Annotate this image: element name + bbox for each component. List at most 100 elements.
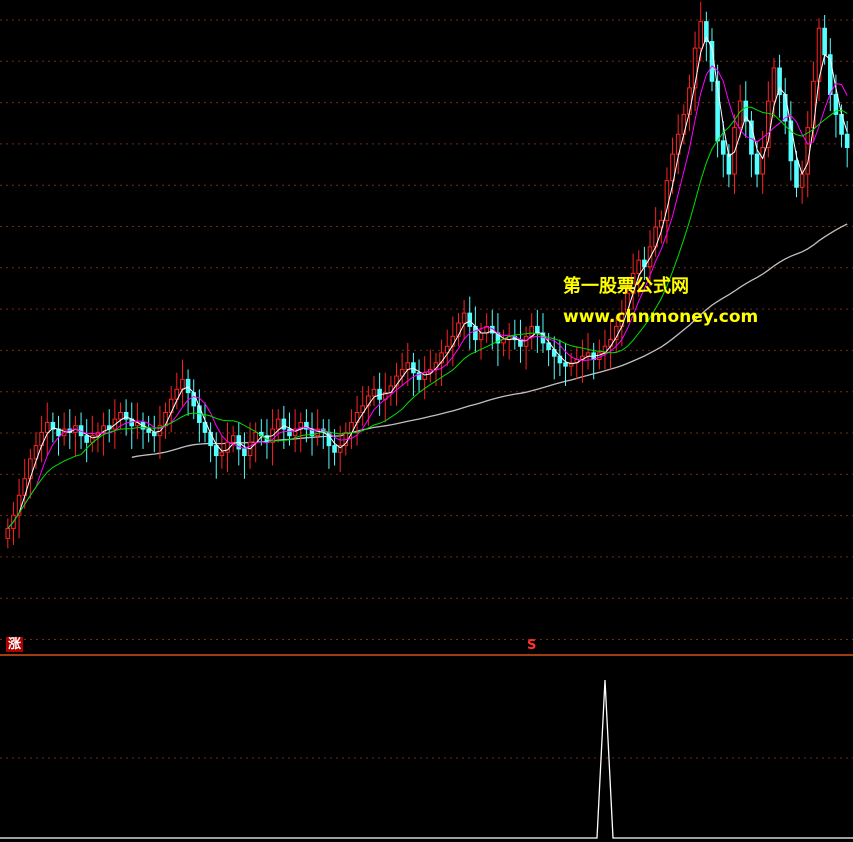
candlestick bbox=[827, 38, 833, 112]
candlestick bbox=[270, 409, 275, 466]
candlestick bbox=[135, 402, 140, 439]
candlestick bbox=[61, 412, 67, 446]
candlestick bbox=[382, 372, 388, 423]
candle-body bbox=[28, 458, 33, 480]
candlestick bbox=[551, 336, 557, 380]
candlestick bbox=[337, 425, 343, 473]
candlestick bbox=[467, 296, 473, 350]
candle-body bbox=[585, 352, 591, 357]
candlestick bbox=[687, 74, 692, 131]
candle-body bbox=[219, 451, 225, 457]
candle-body bbox=[726, 153, 732, 175]
candle-body bbox=[118, 412, 123, 420]
candlestick bbox=[320, 419, 326, 449]
candlestick bbox=[275, 409, 281, 443]
candle-body bbox=[230, 435, 236, 443]
candlestick bbox=[749, 111, 754, 178]
candle-body bbox=[478, 332, 484, 341]
candle-body bbox=[805, 127, 811, 175]
candle-body bbox=[754, 153, 760, 175]
candlestick bbox=[230, 425, 236, 453]
candlestick bbox=[444, 329, 450, 367]
candlestick bbox=[349, 409, 354, 449]
candle-body bbox=[84, 435, 89, 443]
candle-body bbox=[467, 312, 473, 327]
candlestick bbox=[518, 319, 523, 363]
candlestick bbox=[84, 419, 89, 463]
candle-body bbox=[371, 388, 377, 397]
candlestick bbox=[501, 329, 506, 357]
candlestick bbox=[506, 323, 512, 360]
candlestick-series bbox=[5, 1, 850, 549]
candlestick bbox=[44, 402, 50, 456]
candle-body bbox=[242, 448, 247, 457]
candle-body bbox=[5, 527, 11, 539]
candle-body bbox=[180, 378, 185, 390]
candlestick bbox=[692, 31, 698, 112]
up-signal-badge: 涨 bbox=[6, 637, 24, 652]
candlestick bbox=[411, 352, 416, 396]
candlestick bbox=[461, 299, 467, 340]
candlestick bbox=[151, 415, 157, 453]
candle-body bbox=[698, 21, 704, 49]
ma-short-line bbox=[7, 35, 848, 529]
candle-body bbox=[253, 431, 258, 443]
candlestick bbox=[5, 518, 11, 549]
candlestick bbox=[219, 435, 225, 469]
candlestick bbox=[50, 412, 56, 443]
candlestick bbox=[495, 313, 501, 367]
candlestick bbox=[326, 419, 332, 469]
candlestick bbox=[332, 429, 337, 466]
candle-body bbox=[822, 27, 827, 56]
candle-body bbox=[405, 362, 411, 370]
candlestick bbox=[788, 101, 794, 181]
candlestick bbox=[163, 402, 168, 439]
candlestick bbox=[106, 409, 112, 443]
candlestick bbox=[822, 15, 827, 65]
candle-body bbox=[213, 445, 219, 457]
candlestick bbox=[315, 409, 320, 446]
candle-body bbox=[326, 431, 332, 447]
candlestick bbox=[602, 329, 608, 370]
candle-body bbox=[563, 362, 568, 367]
candlestick bbox=[242, 432, 247, 479]
candle-body bbox=[461, 312, 467, 324]
indicator-spike-line bbox=[0, 679, 853, 839]
candlestick bbox=[73, 415, 78, 456]
candlestick bbox=[67, 409, 73, 449]
candlestick bbox=[39, 415, 44, 463]
candlestick bbox=[473, 306, 478, 353]
candlestick bbox=[540, 313, 546, 353]
candle-body bbox=[771, 67, 777, 102]
candlestick bbox=[129, 402, 135, 449]
candlestick bbox=[743, 81, 749, 138]
moving-average-lines bbox=[7, 35, 848, 529]
candle-body bbox=[501, 339, 506, 344]
candle-body bbox=[799, 173, 805, 188]
stock-chart[interactable] bbox=[0, 0, 853, 842]
candlestick bbox=[371, 376, 377, 406]
candle-body bbox=[523, 335, 529, 347]
candle-body bbox=[720, 140, 726, 155]
candlestick bbox=[523, 326, 529, 370]
candlestick bbox=[484, 313, 489, 343]
candle-body bbox=[281, 418, 287, 430]
candlestick bbox=[777, 54, 782, 118]
candle-body bbox=[185, 378, 191, 394]
candlestick bbox=[399, 352, 405, 386]
candle-body bbox=[287, 428, 292, 437]
candlestick bbox=[225, 422, 230, 473]
sell-signal-badge: S bbox=[527, 638, 537, 653]
candlestick bbox=[213, 432, 219, 479]
candlestick bbox=[563, 342, 568, 386]
candle-body bbox=[332, 445, 337, 453]
candlestick bbox=[180, 359, 185, 406]
candlestick bbox=[422, 356, 427, 400]
candlestick bbox=[456, 313, 461, 347]
candle-body bbox=[225, 441, 230, 453]
candlestick bbox=[732, 114, 737, 194]
candle-body bbox=[44, 421, 50, 433]
candlestick bbox=[140, 412, 146, 449]
candlestick bbox=[585, 333, 591, 370]
candlestick bbox=[157, 405, 163, 459]
